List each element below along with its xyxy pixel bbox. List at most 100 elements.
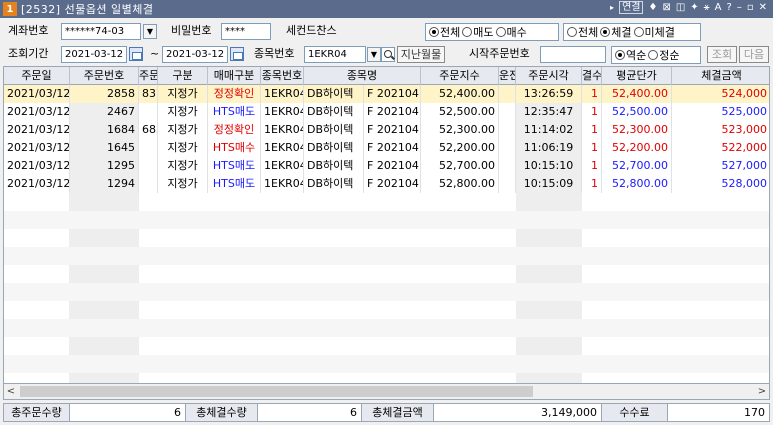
cell-orig: 837 bbox=[139, 85, 158, 103]
cell-month: F 202104 bbox=[364, 121, 421, 139]
empty-row bbox=[4, 355, 769, 373]
total-fill-amount-value: 3,149,000 bbox=[434, 404, 602, 421]
account-dropdown[interactable]: ▼ bbox=[143, 24, 157, 39]
total-order-qty-value: 6 bbox=[70, 404, 186, 421]
cell-name: DB하이텍 bbox=[304, 121, 364, 139]
date-to-input[interactable]: 2021-03-12 bbox=[162, 46, 228, 63]
col-header[interactable]: 주문일 bbox=[4, 67, 70, 85]
col-header[interactable]: 매매구분 bbox=[208, 67, 261, 85]
empty-row bbox=[4, 211, 769, 229]
table-row[interactable]: 2021/03/12 1294 지정가 HTS매도 1EKR04 DB하이텍 F 20210… bbox=[4, 175, 769, 193]
calendar-from-icon[interactable] bbox=[129, 47, 143, 61]
col-header[interactable]: 주문지수 bbox=[421, 67, 499, 85]
date-tilde: ~ bbox=[150, 47, 160, 60]
table-row[interactable]: 2021/03/121684683지정가정정확인1EKR04DB하이텍F 202… bbox=[4, 121, 769, 139]
scrollbar-thumb[interactable] bbox=[20, 386, 533, 397]
restore-icon[interactable]: ▫ bbox=[747, 2, 754, 13]
empty-row bbox=[4, 229, 769, 247]
start-order-label: 시작주문번호 bbox=[469, 47, 530, 60]
pin-icon[interactable]: ♦ bbox=[648, 2, 657, 13]
col-header[interactable]: 결수 bbox=[582, 67, 602, 85]
account-input[interactable]: ******74-03 bbox=[61, 23, 141, 40]
settings-icon[interactable]: ⚹ bbox=[704, 2, 710, 13]
cell-type: 지정가 bbox=[158, 175, 208, 193]
cell-orig bbox=[139, 103, 158, 121]
cell-code: 1EKR04 bbox=[261, 175, 304, 193]
cell-qty: 1 bbox=[582, 85, 602, 103]
cell-code: 1EKR04 bbox=[261, 157, 304, 175]
search-icon[interactable] bbox=[381, 47, 395, 62]
horizontal-scrollbar[interactable]: < > bbox=[3, 384, 770, 400]
code-dropdown[interactable]: ▼ bbox=[367, 47, 381, 62]
table-row[interactable]: 2021/03/12 2467 지정가 HTS매도 1EKR04 DB하이텍 F 20210… bbox=[4, 103, 769, 121]
cell-avg: 52,800.00 bbox=[602, 175, 672, 193]
scroll-right-icon[interactable]: > bbox=[755, 384, 769, 399]
table-row[interactable]: 2021/03/122858837지정가정정확인1EKR04DB하이텍F 202… bbox=[4, 85, 769, 103]
cell-name: DB하이텍 bbox=[304, 139, 364, 157]
col-header[interactable]: 종목번호 bbox=[261, 67, 304, 85]
caret-icon[interactable]: ▸ bbox=[610, 3, 614, 12]
table-row[interactable]: 2021/03/12 1295 지정가 HTS매도 1EKR04 DB하이텍 F 20210… bbox=[4, 157, 769, 175]
cell-blank bbox=[499, 85, 516, 103]
fill-radio-all[interactable]: 전체 bbox=[567, 24, 598, 40]
tool-icon[interactable]: ✦ bbox=[690, 2, 698, 13]
empty-row bbox=[4, 247, 769, 265]
cell-side: 정정확인 bbox=[208, 121, 261, 139]
query-button[interactable]: 조회 bbox=[707, 46, 737, 63]
col-header[interactable]: 운전 bbox=[499, 67, 516, 85]
col-header[interactable]: 주문 bbox=[139, 67, 158, 85]
cell-month: F 202104 bbox=[364, 175, 421, 193]
help-icon[interactable]: ? bbox=[727, 2, 732, 13]
date-from-input[interactable]: 2021-03-12 bbox=[61, 46, 127, 63]
link-button[interactable]: 연결 bbox=[619, 1, 644, 14]
fill-radio-filled[interactable]: 체결 bbox=[600, 24, 632, 40]
side-radio-sell[interactable]: 매도 bbox=[462, 24, 494, 40]
cell-code: 1EKR04 bbox=[261, 121, 304, 139]
cell-avg: 52,500.00 bbox=[602, 103, 672, 121]
close-icon[interactable]: ✕ bbox=[759, 2, 767, 13]
grid-icon[interactable]: ⊠ bbox=[662, 2, 670, 13]
side-radio-all[interactable]: 전체 bbox=[429, 24, 460, 40]
window-icon[interactable]: ◫ bbox=[676, 2, 685, 13]
title-tools: ▸ 연결 ♦ ⊠ ◫ ✦ ⚹ A ? – ▫ ✕ bbox=[610, 1, 767, 14]
col-header[interactable]: 평균단가 bbox=[602, 67, 672, 85]
cell-ord-no: 1645 bbox=[70, 139, 139, 157]
sort-radio-desc[interactable]: 역순 bbox=[615, 47, 646, 63]
next-button[interactable]: 다음 bbox=[739, 46, 769, 63]
code-input[interactable]: 1EKR04 bbox=[304, 46, 366, 63]
cell-blank bbox=[499, 139, 516, 157]
cell-ord-no: 2858 bbox=[70, 85, 139, 103]
password-input[interactable]: **** bbox=[221, 23, 271, 40]
cell-ord-no: 1294 bbox=[70, 175, 139, 193]
cell-orig bbox=[139, 175, 158, 193]
radio-dot-icon bbox=[495, 27, 506, 37]
scroll-left-icon[interactable]: < bbox=[4, 384, 18, 399]
fill-radio-unfilled[interactable]: 미체결 bbox=[633, 24, 675, 40]
toolbar-row-query: 조회기간 2021-03-12 ~ 2021-03-12 종목번호 1EKR04… bbox=[0, 43, 773, 65]
past-month-button[interactable]: 지난월물 bbox=[397, 46, 445, 63]
empty-row bbox=[4, 193, 769, 211]
start-order-input[interactable] bbox=[540, 46, 606, 63]
radio-dot-icon bbox=[429, 27, 439, 37]
cell-ord-no: 2467 bbox=[70, 103, 139, 121]
sort-radio-asc[interactable]: 정순 bbox=[648, 47, 680, 63]
window-title: [2532] 선물옵션 일별체결 bbox=[21, 3, 154, 16]
total-fill-qty-label: 총체결수량 bbox=[186, 404, 258, 421]
cell-side: HTS매도 bbox=[208, 175, 261, 193]
col-header[interactable]: 주문번호 bbox=[70, 67, 139, 85]
minimize-icon[interactable]: – bbox=[737, 2, 742, 13]
cell-code: 1EKR04 bbox=[261, 85, 304, 103]
calendar-to-icon[interactable] bbox=[230, 47, 244, 61]
col-header[interactable]: 구분 bbox=[158, 67, 208, 85]
summary-footer: 총주문수량 6 총체결수량 6 총체결금액 3,149,000 수수료 170 bbox=[3, 403, 770, 422]
side-radio-buy[interactable]: 매수 bbox=[495, 24, 527, 40]
table-header: 주문일 주문번호 주문 구분 매매구분 종목번호 종목명 주문지수 운전 주문시… bbox=[4, 67, 769, 85]
font-icon[interactable]: A bbox=[715, 2, 722, 13]
col-header[interactable]: 주문시각 bbox=[516, 67, 582, 85]
col-header[interactable]: 체결금액 bbox=[672, 67, 769, 85]
cell-name: DB하이텍 bbox=[304, 175, 364, 193]
col-header[interactable]: 종목명 bbox=[304, 67, 421, 85]
table-row[interactable]: 2021/03/12 1645 지정가 HTS매수 1EKR04 DB하이텍 F 20210… bbox=[4, 139, 769, 157]
chevron-down-icon: ▼ bbox=[370, 50, 378, 59]
radio-dot-icon bbox=[633, 27, 644, 37]
